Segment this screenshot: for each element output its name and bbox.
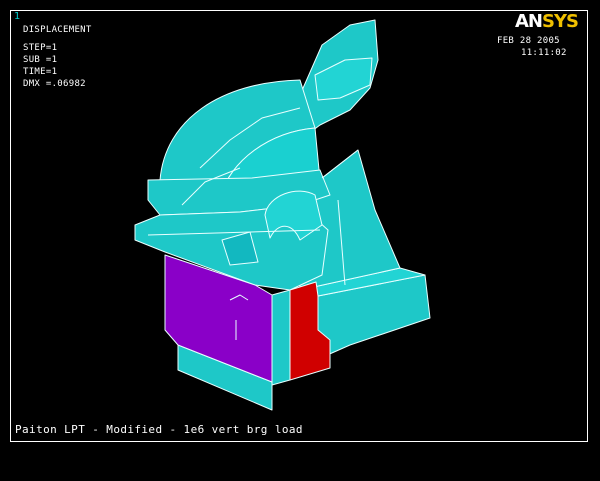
- turbine-casing-model: [134, 19, 431, 411]
- plot-caption: Paiton LPT - Modified - 1e6 vert brg loa…: [15, 423, 303, 436]
- fea-model-viewport[interactable]: [0, 0, 600, 481]
- front-strip: [271, 289, 291, 386]
